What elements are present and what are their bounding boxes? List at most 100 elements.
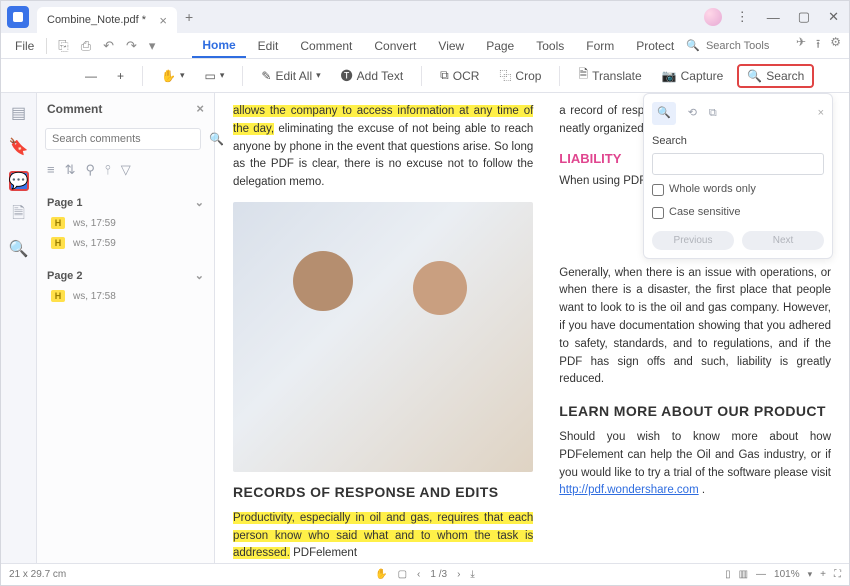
view-single-icon[interactable]: ▯ xyxy=(725,569,731,580)
search-mode-icon[interactable]: 🔍 xyxy=(652,102,676,125)
fullscreen-icon[interactable]: ⛶ xyxy=(834,569,841,580)
close-window-icon[interactable]: ✕ xyxy=(824,7,843,27)
tab-close-icon[interactable]: × xyxy=(159,13,167,28)
thumbnails-icon[interactable]: ▤ xyxy=(9,103,29,123)
zoom-out-button[interactable]: — xyxy=(79,65,103,87)
zoom-in-icon[interactable]: + xyxy=(820,569,826,580)
add-text-label: Add Text xyxy=(357,69,403,83)
capture-button[interactable]: 📷 Capture xyxy=(656,65,730,87)
search-button[interactable]: 🔍 Search xyxy=(737,64,814,88)
comment-item[interactable]: Hws, 17:59 xyxy=(47,213,204,233)
case-sensitive-checkbox[interactable] xyxy=(652,207,664,219)
body-text: eliminating the excuse of not being able… xyxy=(233,123,533,188)
gear-icon[interactable]: ⚙ xyxy=(830,35,841,56)
body-text: Should you wish to know more about how P… xyxy=(559,431,831,479)
highlight-icon: H xyxy=(51,237,65,249)
menu-home[interactable]: Home xyxy=(192,34,245,58)
highlight-icon: H xyxy=(51,290,65,302)
view-continuous-icon[interactable]: ▥ xyxy=(739,569,748,580)
crop-button[interactable]: ⿻ Crop xyxy=(493,63,547,88)
whole-words-checkbox[interactable] xyxy=(652,184,664,196)
page-current[interactable]: 1 xyxy=(430,569,436,580)
menu-tools[interactable]: Tools xyxy=(526,35,574,57)
page-group-2[interactable]: Page 2 ⌄ xyxy=(47,265,204,286)
next-page-icon[interactable]: › xyxy=(457,569,460,580)
content-area: ▤ 🔖 💬 🗎 🔍 Comment × 🔍 ≡ ⇅ ⚲ ⫯ ▽ xyxy=(1,93,849,563)
menu-view[interactable]: View xyxy=(428,35,474,57)
document-view[interactable]: allows the company to access information… xyxy=(215,93,849,563)
edit-all-label: Edit All xyxy=(275,69,312,83)
comment-item[interactable]: Hws, 17:59 xyxy=(47,233,204,253)
minimize-icon[interactable]: — xyxy=(763,8,784,27)
replace-mode-icon[interactable]: ⟲ xyxy=(688,105,697,122)
search-tools-icon: 🔍 xyxy=(686,39,700,52)
sidebar-tools: ≡ ⇅ ⚲ ⫯ ▽ xyxy=(37,154,214,186)
search-tools-input[interactable] xyxy=(706,40,786,52)
advanced-search-icon[interactable]: ⧉ xyxy=(709,105,717,122)
product-url[interactable]: http://pdf.wondershare.com xyxy=(559,484,698,496)
page-group-1-label: Page 1 xyxy=(47,197,82,209)
search-input[interactable] xyxy=(652,153,824,175)
comment-meta: ws, 17:59 xyxy=(73,218,116,229)
more-icon[interactable]: ▾ xyxy=(144,34,161,58)
fit-page-icon[interactable]: ▢ xyxy=(398,569,407,580)
hand-tool-dropdown[interactable]: ✋▾ xyxy=(155,65,190,87)
zoom-value[interactable]: 101% xyxy=(774,569,800,580)
account-avatar-icon[interactable] xyxy=(704,8,722,26)
sidebar-search-input[interactable] xyxy=(45,128,201,150)
document-tab[interactable]: Combine_Note.pdf * × xyxy=(37,7,177,33)
add-text-button[interactable]: 🅣 Add Text xyxy=(335,63,410,88)
undo-icon[interactable]: ↶ xyxy=(98,34,119,58)
menu-form[interactable]: Form xyxy=(576,35,624,57)
case-sensitive-label: Case sensitive xyxy=(669,204,741,221)
redo-icon[interactable]: ↷ xyxy=(121,34,142,58)
page-total: /3 xyxy=(439,569,447,580)
page-group-2-label: Page 2 xyxy=(47,270,82,282)
highlight-icon: H xyxy=(51,217,65,229)
zoom-out-icon[interactable]: — xyxy=(756,569,766,580)
search-label: Search xyxy=(652,133,824,150)
menu-comment[interactable]: Comment xyxy=(290,35,362,57)
select-tool-dropdown[interactable]: ▭▾ xyxy=(199,65,231,87)
edit-all-button[interactable]: ✎ Edit All▾ xyxy=(255,65,326,87)
menu-page[interactable]: Page xyxy=(476,35,524,57)
hand-cursor-icon[interactable]: ✋ xyxy=(375,569,387,580)
prev-page-icon[interactable]: ‹ xyxy=(417,569,420,580)
maximize-icon[interactable]: ▢ xyxy=(794,7,814,27)
page-group-1[interactable]: Page 1 ⌄ xyxy=(47,192,204,213)
sort-icon[interactable]: ⇅ xyxy=(65,162,76,178)
menu-convert[interactable]: Convert xyxy=(364,35,426,57)
funnel-icon[interactable]: ▽ xyxy=(121,162,131,178)
document-image xyxy=(233,202,533,472)
filter-icon[interactable]: ⚲ xyxy=(86,162,96,178)
search-panel-close-icon[interactable]: × xyxy=(818,105,824,122)
divider xyxy=(46,38,47,54)
attachment-icon[interactable]: 🗎 xyxy=(9,205,29,225)
ocr-button[interactable]: ⧉ OCR xyxy=(434,64,485,87)
menu-protect[interactable]: Protect xyxy=(626,35,684,57)
search-panel: 🔍 ⟲ ⧉ × Search Whole words only Case sen… xyxy=(643,93,833,259)
comment-panel-icon[interactable]: 💬 xyxy=(9,171,29,191)
cloud-icon[interactable]: ⭱ xyxy=(816,35,820,56)
bookmark-icon[interactable]: 🔖 xyxy=(9,137,29,157)
previous-button[interactable]: Previous xyxy=(652,231,734,250)
zoom-in-button[interactable]: + xyxy=(111,65,130,87)
open-icon[interactable]: ⎘ xyxy=(53,34,73,58)
whole-words-label: Whole words only xyxy=(669,181,756,198)
new-tab-button[interactable]: + xyxy=(185,9,193,25)
file-menu[interactable]: File xyxy=(9,37,40,55)
kebab-menu-icon[interactable]: ⋮ xyxy=(732,7,753,27)
search-tools[interactable]: 🔍 xyxy=(686,39,786,52)
jump-icon[interactable]: ⤓ xyxy=(470,569,474,580)
search-panel-icon[interactable]: 🔍 xyxy=(9,239,29,259)
next-button[interactable]: Next xyxy=(742,231,824,250)
highlighted-text: Productivity, especially in oil and gas,… xyxy=(233,512,533,560)
send-icon[interactable]: ✈ xyxy=(796,35,806,56)
sidebar-close-icon[interactable]: × xyxy=(196,101,204,116)
list-icon[interactable]: ≡ xyxy=(47,162,55,178)
translate-button[interactable]: 🗎 Translate xyxy=(572,61,647,90)
comment-item[interactable]: Hws, 17:58 xyxy=(47,286,204,306)
options-icon[interactable]: ⫯ xyxy=(105,162,111,178)
menu-edit[interactable]: Edit xyxy=(248,35,289,57)
print-icon[interactable]: ⎙ xyxy=(76,34,96,58)
